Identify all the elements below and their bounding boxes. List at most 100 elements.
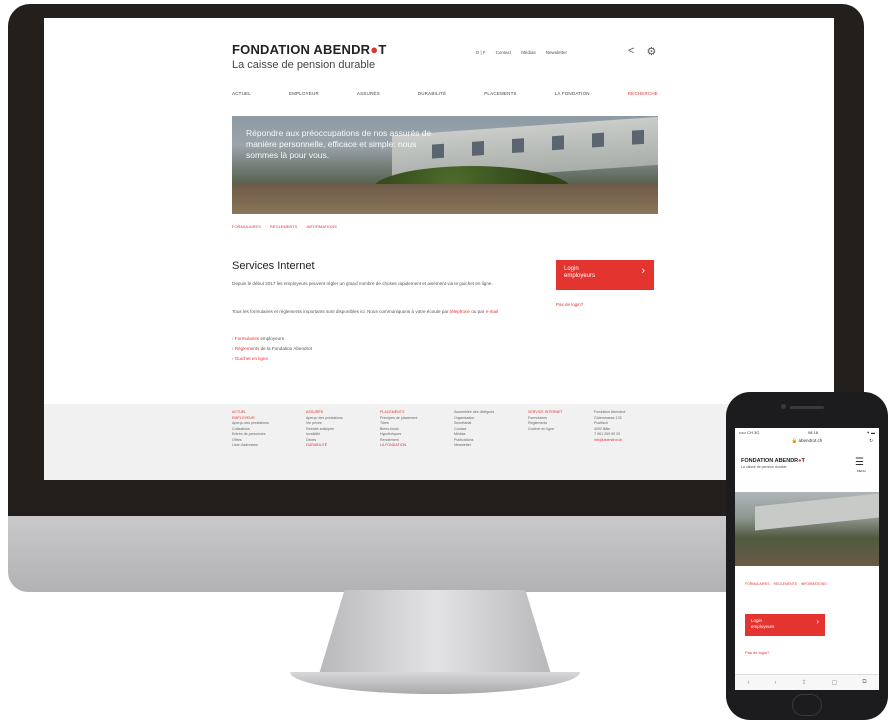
subnav-reglements[interactable]: RÈGLEMENTS [774, 582, 797, 586]
forward-icon[interactable]: › [775, 680, 777, 686]
site-tagline: La caisse de pension durable [232, 59, 376, 71]
link-label: Formulaires [234, 336, 260, 341]
info-paragraph: Tous les formulaires et règlements impor… [232, 308, 522, 315]
footer-link[interactable]: info@abendrot.ch [594, 438, 625, 444]
reload-icon[interactable]: ↻ [869, 438, 873, 444]
top-utility-nav: D | F Contact Médias Newsletter [476, 50, 567, 55]
carrier-signal: ••••• CH 3G [739, 430, 760, 435]
search-icon[interactable]: ⚙ [646, 45, 656, 58]
footer-link[interactable]: Guichet en ligne [528, 427, 563, 433]
nav-item-assures[interactable]: ASSURÉS [357, 91, 380, 96]
nav-item-employeur[interactable]: EMPLOYEUR [289, 91, 319, 96]
subnav-informations[interactable]: INFORMATIONS [801, 582, 827, 586]
phone-link[interactable]: téléphone [450, 309, 470, 314]
battery-icon: ⁕ ▬ [866, 430, 875, 435]
url-text: 🔒 abendrot.ch [791, 438, 823, 443]
phone-device: ••••• CH 3G 08:18 ⁕ ▬ 🔒 abendrot.ch ↻ FO… [726, 392, 888, 720]
login-line2: employeurs [751, 623, 775, 629]
phone-status-bar: ••••• CH 3G 08:18 ⁕ ▬ [739, 430, 875, 435]
link-suffix: de la Fondation Abendrot [259, 346, 312, 351]
nav-item-durabilite[interactable]: DURABILITÉ [418, 91, 447, 96]
phone-home-button[interactable] [792, 694, 822, 716]
footer-link[interactable]: Aperçu des prestations [232, 421, 269, 427]
login-line1: Login [564, 266, 579, 272]
logo-text: FONDATION ABENDR [741, 458, 799, 464]
hamburger-menu-icon[interactable]: ☰ [855, 457, 864, 468]
phone-login-button[interactable]: Login employeurs › [745, 614, 825, 636]
share-icon[interactable]: < [628, 45, 634, 58]
top-link-contact[interactable]: Contact [496, 50, 512, 55]
link-label: Règlements [234, 346, 260, 351]
footer-link[interactable]: Assemblée des délégués [454, 410, 494, 416]
main-nav: ACTUEL EMPLOYEUR ASSURÉS DURABILITÉ PLAC… [232, 91, 658, 96]
phone-address-bar[interactable]: 🔒 abendrot.ch ↻ [739, 438, 875, 446]
phone-hero-image [735, 492, 879, 566]
subnav-informations[interactable]: INFORMATIONS [306, 224, 336, 229]
footer-col-4: Assemblée des délégués Organisation Secrét… [454, 410, 494, 449]
imac-stand-base [290, 672, 580, 694]
phone-speaker [790, 406, 824, 409]
phone-section-subnav: FORMULAIRES RÈGLEMENTS INFORMATIONS [745, 582, 827, 586]
desktop-website: FONDATION ABENDR●T La caisse de pension … [44, 18, 834, 480]
email-link[interactable]: e-mail [486, 309, 499, 314]
chevron-right-icon: › [641, 265, 645, 277]
subnav-formulaires[interactable]: FORMULAIRES [745, 582, 770, 586]
device-mockup-scene: FONDATION ABENDR●T La caisse de pension … [0, 0, 890, 723]
phone-camera [781, 404, 786, 409]
footer-col-5: SERVICE INTERNET Formulaires Règlements Gui… [528, 410, 563, 432]
top-link-newsletter[interactable]: Newsletter [546, 50, 567, 55]
page-title: Services Internet [232, 260, 315, 272]
bookmarks-icon[interactable]: ▢ [832, 679, 838, 686]
site-footer: ACTUEL EMPLOYEUR Aperçu des prestations Cot… [44, 404, 834, 480]
login-employer-button[interactable]: Login employeurs › [556, 260, 654, 290]
chevron-right-icon: › [816, 617, 819, 626]
footer-col-2: ASSURÉS Aperçu des prestations Vie privée R… [306, 410, 343, 449]
nav-item-fondation[interactable]: LA FONDATION [555, 91, 590, 96]
top-link-media[interactable]: Médias [521, 50, 536, 55]
share-icon[interactable]: ⇪ [802, 679, 807, 686]
phone-screen: ••••• CH 3G 08:18 ⁕ ▬ 🔒 abendrot.ch ↻ FO… [735, 428, 879, 690]
footer-link[interactable]: Liste d'adresses [232, 443, 269, 449]
footer-link[interactable]: Fondation Abendrot [594, 410, 625, 416]
footer-link[interactable]: Entrée de personnes [232, 432, 269, 438]
footer-col-3: PLACEMENTS Principes de placement Titres Bi… [380, 410, 417, 449]
top-icons: < ⚙ [628, 45, 656, 58]
link-formulaires[interactable]: Formulaires employeurs [232, 334, 312, 344]
hero-wall-image [232, 184, 658, 214]
nav-item-placements[interactable]: PLACEMENTS [484, 91, 517, 96]
imac-screen: FONDATION ABENDR●T La caisse de pension … [44, 18, 834, 480]
link-reglements[interactable]: Règlements de la Fondation Abendrot [232, 344, 312, 354]
site-logo[interactable]: FONDATION ABENDR●T [232, 42, 386, 57]
hero-text: Répondre aux préoccupations de nos assur… [246, 128, 432, 160]
intro-paragraph: Depuis le début 2017 les employeurs peuv… [232, 281, 493, 286]
footer-link[interactable]: SERVICE INTERNET [528, 410, 563, 416]
info-text-join: ou par [469, 309, 486, 314]
logo-text-end: T [378, 42, 387, 57]
footer-link[interactable]: LA FONDATION [380, 443, 417, 449]
phone-site-tagline: La caisse de pension durable [741, 465, 787, 469]
footer-link[interactable]: Newsletter [454, 443, 494, 449]
footer-link[interactable]: DURABILITÉ [306, 443, 343, 449]
hero-banner: Répondre aux préoccupations de nos assur… [232, 116, 658, 214]
phone-browser-toolbar: ‹ › ⇪ ▢ ⧉ [735, 674, 879, 690]
logo-text: FONDATION ABENDR [232, 42, 371, 57]
language-switch[interactable]: D | F [476, 50, 486, 55]
status-time: 08:18 [807, 430, 818, 435]
info-text: Tous les formulaires et règlements impor… [232, 309, 450, 314]
tabs-icon[interactable]: ⧉ [862, 679, 866, 686]
login-line2: employeurs [564, 273, 596, 279]
nav-item-recherche[interactable]: RECHERCHE [628, 91, 658, 96]
phone-no-login-link[interactable]: Pas de login? [745, 650, 769, 655]
phone-site-logo[interactable]: FONDATION ABENDR●T [741, 458, 805, 464]
subnav-formulaires[interactable]: FORMULAIRES [232, 224, 261, 229]
back-icon[interactable]: ‹ [748, 680, 750, 686]
menu-label: MENU [857, 469, 866, 473]
footer-col-6: Fondation Abendrot Güterstrasse 133 Postfa… [594, 410, 625, 443]
footer-col-1: ACTUEL EMPLOYEUR Aperçu des prestations Cot… [232, 410, 269, 449]
subnav-reglements[interactable]: RÈGLEMENTS [270, 224, 298, 229]
link-guichet[interactable]: Guichet en ligne [232, 354, 312, 364]
imac-stand [316, 590, 554, 684]
nav-item-actuel[interactable]: ACTUEL [232, 91, 251, 96]
no-login-link[interactable]: Pas de login? [556, 302, 583, 307]
logo-text-end: T [801, 458, 805, 464]
